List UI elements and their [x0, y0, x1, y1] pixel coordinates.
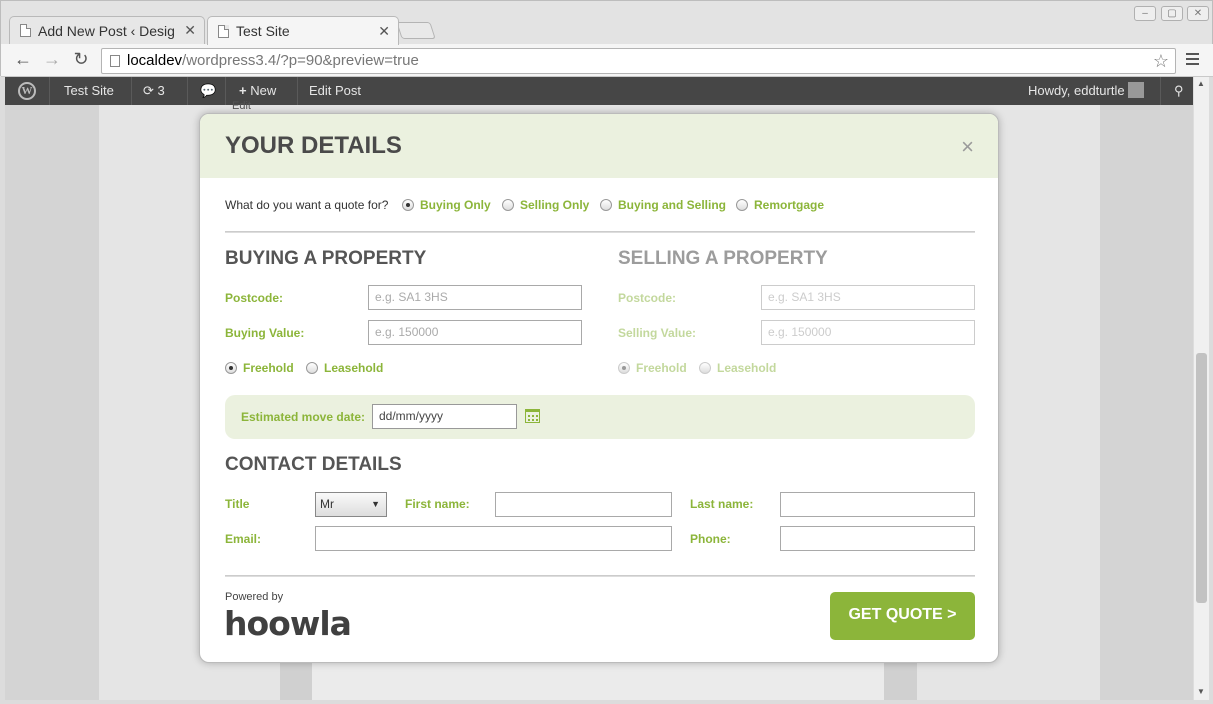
tab-add-new-post[interactable]: Add New Post ‹ Desig ✕: [9, 16, 205, 44]
new-tab-button[interactable]: [396, 22, 436, 39]
howdy-user-link[interactable]: Howdy, eddturtle: [1018, 77, 1154, 105]
url-path: /wordpress3.4/?p=90&preview=true: [182, 52, 419, 69]
buying-value-input[interactable]: e.g. 150000: [368, 320, 582, 345]
last-name-label: Last name:: [690, 497, 754, 511]
forward-arrow-icon[interactable]: →: [41, 49, 63, 70]
scroll-up-icon[interactable]: ▲: [1197, 79, 1205, 88]
radio-buying-only[interactable]: [402, 199, 414, 211]
edit-link[interactable]: Edit: [232, 100, 251, 112]
page-icon: [110, 55, 120, 67]
buying-postcode-label: Postcode:: [225, 291, 284, 305]
phone-label: Phone:: [690, 532, 731, 546]
browser-chrome: Add New Post ‹ Desig ✕ Test Site ✕ – ▢ ✕…: [0, 0, 1213, 77]
buying-postcode-input[interactable]: e.g. SA1 3HS: [368, 285, 582, 310]
radio-selling-freehold[interactable]: [618, 362, 630, 374]
radio-selling-only[interactable]: [502, 199, 514, 211]
reload-icon[interactable]: ↻: [70, 49, 92, 70]
powered-by-label: Powered by: [225, 591, 284, 603]
search-icon[interactable]: ⚲: [1164, 77, 1194, 105]
buying-heading: BUYING A PROPERTY: [225, 248, 427, 269]
selling-value-label: Selling Value:: [618, 326, 697, 340]
close-icon[interactable]: ×: [961, 134, 974, 160]
radio-buying-leasehold[interactable]: [306, 362, 318, 374]
selling-heading: SELLING A PROPERTY: [618, 248, 828, 269]
selling-postcode-label: Postcode:: [618, 291, 677, 305]
plus-icon: +: [239, 83, 247, 98]
hoowla-logo[interactable]: hoowla: [224, 604, 352, 643]
updates-link[interactable]: ⟳ 3: [133, 77, 175, 105]
browser-toolbar: ← → ↻ localdev/wordpress3.4/?p=90&previe…: [1, 44, 1213, 77]
radio-remortgage[interactable]: [736, 199, 748, 211]
modal-title: YOUR DETAILS: [225, 132, 402, 159]
wordpress-logo-icon[interactable]: W: [18, 82, 36, 100]
menu-icon[interactable]: [1186, 53, 1199, 68]
divider: [225, 231, 975, 233]
back-arrow-icon[interactable]: ←: [12, 49, 34, 70]
contact-heading: CONTACT DETAILS: [225, 454, 402, 475]
radio-selling-leasehold[interactable]: [699, 362, 711, 374]
quote-modal: YOUR DETAILS × What do you want a quote …: [199, 113, 999, 663]
quote-question: What do you want a quote for?: [225, 198, 389, 212]
site-name-link[interactable]: Test Site: [54, 77, 124, 105]
address-bar[interactable]: localdev/wordpress3.4/?p=90&preview=true…: [101, 48, 1176, 74]
selling-value-input[interactable]: e.g. 150000: [761, 320, 975, 345]
title-select[interactable]: Mr ▼: [315, 492, 387, 517]
bookmark-star-icon[interactable]: ☆: [1153, 49, 1169, 73]
tab-title: Test Site: [236, 23, 290, 39]
url-host: localdev: [127, 52, 183, 69]
option-buying-only-label[interactable]: Buying Only: [420, 198, 491, 212]
calendar-icon[interactable]: [525, 409, 540, 423]
first-name-label: First name:: [405, 497, 470, 511]
option-selling-only-label[interactable]: Selling Only: [520, 198, 589, 212]
move-date-label: Estimated move date:: [241, 410, 366, 424]
option-buying-and-selling-label[interactable]: Buying and Selling: [618, 198, 726, 212]
scroll-down-icon[interactable]: ▼: [1197, 687, 1205, 696]
radio-buying-freehold[interactable]: [225, 362, 237, 374]
page-icon: [20, 24, 31, 37]
option-remortgage-label[interactable]: Remortgage: [754, 198, 824, 212]
avatar: [1128, 82, 1145, 98]
radio-buying-and-selling[interactable]: [600, 199, 612, 211]
close-tab-icon[interactable]: ✕: [378, 23, 390, 40]
selling-postcode-input[interactable]: e.g. SA1 3HS: [761, 285, 975, 310]
page-scrollbar[interactable]: ▲ ▼: [1193, 77, 1209, 700]
selling-leasehold-label[interactable]: Leasehold: [717, 361, 776, 375]
modal-header: YOUR DETAILS ×: [200, 114, 998, 178]
updates-count: 3: [157, 83, 165, 98]
buying-value-label: Buying Value:: [225, 326, 305, 340]
buying-leasehold-label[interactable]: Leasehold: [324, 361, 383, 375]
title-label: Title: [225, 497, 250, 511]
updates-icon: ⟳: [143, 83, 154, 98]
comments-icon[interactable]: 💬: [190, 77, 226, 105]
chevron-down-icon: ▼: [371, 499, 380, 509]
title-select-value: Mr: [320, 497, 334, 511]
tab-title: Add New Post ‹ Desig: [38, 22, 175, 39]
selling-freehold-label[interactable]: Freehold: [636, 361, 687, 375]
tab-test-site[interactable]: Test Site ✕: [207, 16, 399, 45]
new-label: New: [250, 83, 277, 98]
close-tab-icon[interactable]: ✕: [184, 22, 196, 39]
edit-post-link[interactable]: Edit Post: [299, 77, 371, 105]
email-input[interactable]: [315, 526, 672, 551]
maximize-button[interactable]: ▢: [1161, 6, 1183, 21]
first-name-input[interactable]: [495, 492, 672, 517]
wp-admin-bar: W Test Site ⟳ 3 💬 + New Edit Post Howdy,…: [5, 77, 1193, 105]
minimize-button[interactable]: –: [1134, 6, 1156, 21]
howdy-label: Howdy, eddturtle: [1028, 83, 1125, 98]
move-date-input[interactable]: dd/mm/yyyy: [372, 404, 517, 429]
page-column-inner: [312, 660, 884, 700]
page-icon: [218, 24, 229, 38]
phone-input[interactable]: [780, 526, 975, 551]
email-label: Email:: [225, 532, 262, 546]
buying-freehold-label[interactable]: Freehold: [243, 361, 294, 375]
get-quote-button[interactable]: GET QUOTE >: [830, 592, 975, 640]
divider: [225, 575, 975, 577]
scrollbar-thumb[interactable]: [1196, 353, 1207, 603]
last-name-input[interactable]: [780, 492, 975, 517]
close-window-button[interactable]: ✕: [1187, 6, 1209, 21]
